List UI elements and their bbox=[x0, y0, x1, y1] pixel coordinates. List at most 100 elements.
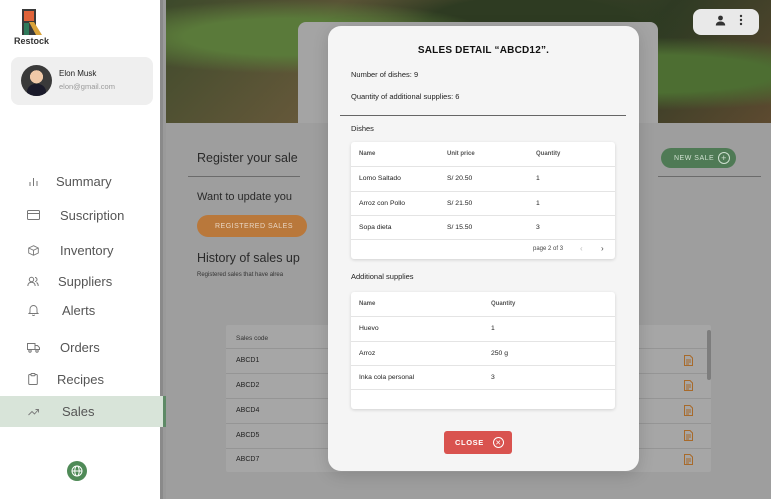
new-sale-label: NEW SALE bbox=[674, 154, 715, 162]
row-divider bbox=[351, 316, 615, 317]
column-header: Unit price bbox=[447, 151, 475, 157]
dish-price: S/ 21.50 bbox=[447, 200, 473, 207]
sidebar-item-label: Suscription bbox=[60, 207, 125, 223]
supplies-table: Name Quantity Huevo 1 Arroz 250 g Inka c… bbox=[351, 292, 615, 409]
sidebar-item-label: Inventory bbox=[60, 242, 114, 258]
row-divider bbox=[351, 389, 615, 390]
modal-title: SALES DETAIL “ABCD12”. bbox=[417, 45, 550, 56]
supplies-quantity: Quantity of additional supplies: 6 bbox=[351, 92, 460, 101]
divider bbox=[188, 176, 300, 177]
scrollbar[interactable] bbox=[707, 330, 711, 380]
sales-detail-modal: SALES DETAIL “ABCD12”. Number of dishes:… bbox=[328, 26, 639, 471]
dish-price: S/ 15.50 bbox=[447, 224, 473, 231]
bar-chart-icon bbox=[26, 174, 40, 188]
sidebar-item-orders[interactable]: Orders bbox=[0, 332, 163, 362]
row-divider bbox=[351, 239, 615, 240]
table-row[interactable]: ABCD7 bbox=[236, 456, 259, 463]
new-sale-button[interactable]: NEW SALE + bbox=[661, 148, 736, 168]
credit-card-icon bbox=[26, 208, 40, 222]
document-icon[interactable] bbox=[684, 355, 694, 366]
document-icon[interactable] bbox=[684, 430, 694, 441]
dishes-count: Number of dishes: 9 bbox=[351, 70, 419, 79]
update-text: Want to update you bbox=[197, 191, 292, 203]
column-header: Sales code bbox=[236, 335, 269, 342]
sidebar-item-summary[interactable]: Summary bbox=[0, 166, 163, 196]
history-heading: History of sales up bbox=[197, 251, 300, 265]
box-icon bbox=[26, 243, 40, 257]
avatar bbox=[21, 65, 52, 96]
sidebar-item-label: Summary bbox=[56, 173, 112, 189]
dish-quantity: 1 bbox=[536, 200, 540, 207]
sidebar-item-label: Suppliers bbox=[58, 273, 113, 289]
column-header: Quantity bbox=[536, 151, 561, 157]
sidebar-item-alerts[interactable]: Alerts bbox=[0, 295, 163, 325]
dish-quantity: 1 bbox=[536, 175, 540, 182]
register-heading: Register your sale bbox=[197, 151, 298, 165]
history-subtitle: Registered sales that have alrea bbox=[197, 272, 284, 278]
sidebar-item-suscription[interactable]: Suscription bbox=[0, 200, 163, 230]
sidebar-item-recipes[interactable]: Recipes bbox=[0, 364, 163, 394]
row-divider bbox=[351, 191, 615, 192]
sidebar-item-label: Sales bbox=[62, 404, 95, 419]
supply-quantity: 250 g bbox=[491, 350, 509, 357]
dish-quantity: 3 bbox=[536, 224, 540, 231]
chevron-right-icon[interactable]: › bbox=[601, 244, 604, 253]
supply-quantity: 3 bbox=[491, 374, 495, 381]
divider bbox=[658, 176, 761, 177]
close-button[interactable]: CLOSE ✕ bbox=[444, 431, 512, 454]
users-icon bbox=[26, 274, 40, 288]
row-divider bbox=[351, 365, 615, 366]
sidebar-item-suppliers[interactable]: Suppliers bbox=[0, 266, 163, 296]
trending-icon bbox=[26, 405, 40, 419]
table-row[interactable]: ABCD1 bbox=[236, 357, 259, 364]
dish-name: Sopa dieta bbox=[359, 224, 392, 231]
sidebar: Restock Elon Musk elon@gmail.com Summary… bbox=[0, 0, 166, 499]
dish-name: Lomo Saltado bbox=[359, 175, 401, 182]
column-header: Name bbox=[359, 301, 376, 307]
bell-icon bbox=[26, 303, 40, 317]
dishes-section-title: Dishes bbox=[351, 124, 374, 133]
sidebar-item-label: Recipes bbox=[57, 371, 104, 387]
truck-icon bbox=[26, 340, 40, 354]
user-email: elon@gmail.com bbox=[59, 82, 115, 91]
sidebar-item-label: Alerts bbox=[62, 302, 96, 318]
registered-sales-button[interactable]: REGISTERED SALES bbox=[197, 215, 307, 237]
account-menu[interactable] bbox=[693, 9, 759, 35]
user-icon bbox=[715, 15, 726, 29]
plus-circle-icon: + bbox=[718, 152, 730, 164]
dishes-table: Name Unit price Quantity Lomo Saltado S/… bbox=[351, 142, 615, 259]
table-row[interactable]: ABCD4 bbox=[236, 407, 259, 414]
document-icon[interactable] bbox=[684, 454, 694, 465]
supply-name: Huevo bbox=[359, 325, 379, 332]
row-divider bbox=[351, 341, 615, 342]
supply-name: Arroz bbox=[359, 350, 376, 357]
table-row[interactable]: ABCD5 bbox=[236, 432, 259, 439]
column-header: Name bbox=[359, 151, 376, 157]
user-card[interactable]: Elon Musk elon@gmail.com bbox=[11, 57, 153, 105]
sidebar-item-inventory[interactable]: Inventory bbox=[0, 235, 163, 265]
app-name: Restock bbox=[14, 36, 50, 46]
chevron-left-icon[interactable]: ‹ bbox=[580, 244, 583, 253]
more-vertical-icon bbox=[739, 14, 743, 29]
document-icon[interactable] bbox=[684, 405, 694, 416]
close-label: CLOSE bbox=[455, 438, 484, 447]
user-name: Elon Musk bbox=[59, 69, 97, 78]
supply-quantity: 1 bbox=[491, 325, 495, 332]
supply-name: Inka cola personal bbox=[359, 374, 415, 381]
close-icon: ✕ bbox=[493, 437, 504, 448]
dish-name: Arroz con Pollo bbox=[359, 200, 406, 207]
pagination-label: page 2 of 3 bbox=[533, 246, 564, 252]
column-header: Quantity bbox=[491, 301, 516, 307]
restock-logo-icon bbox=[22, 9, 42, 35]
sidebar-item-label: Orders bbox=[60, 339, 100, 355]
dish-price: S/ 20.50 bbox=[447, 175, 473, 182]
supplies-section-title: Additional supplies bbox=[351, 272, 414, 281]
clipboard-icon bbox=[26, 372, 40, 386]
row-divider bbox=[351, 215, 615, 216]
sidebar-item-sales[interactable]: Sales bbox=[0, 396, 166, 427]
language-globe-icon[interactable] bbox=[67, 461, 87, 481]
divider bbox=[340, 115, 626, 116]
document-icon[interactable] bbox=[684, 380, 694, 391]
row-divider bbox=[351, 166, 615, 167]
table-row[interactable]: ABCD2 bbox=[236, 382, 259, 389]
